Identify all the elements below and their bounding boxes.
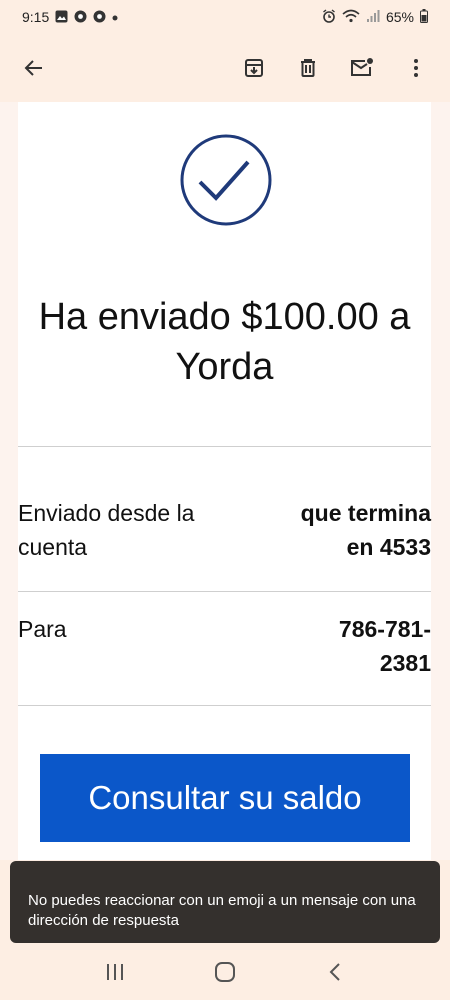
back-chevron-icon	[329, 962, 340, 981]
alarm-icon	[322, 9, 336, 25]
confirmation-headline: Ha enviado $100.00 a Yorda	[38, 296, 411, 388]
detail-row-account: Enviado desde la cuenta que termina en 4…	[18, 496, 431, 564]
dot-icon	[112, 11, 118, 23]
system-nav-bar	[0, 943, 450, 1000]
detail-row-recipient: Para 786-781-2381	[18, 612, 431, 680]
more-vert-icon	[414, 59, 418, 77]
back-button[interactable]	[16, 50, 52, 86]
home-icon	[215, 961, 235, 982]
battery-icon	[420, 9, 428, 25]
divider	[18, 705, 431, 706]
wifi-icon	[342, 9, 360, 25]
trash-icon	[301, 59, 315, 77]
email-body: Ha enviado $100.00 a Yorda Enviado desde…	[0, 102, 450, 860]
chrome-icon	[93, 10, 106, 25]
home-button[interactable]	[205, 952, 245, 992]
detail-label: Enviado desde la cuenta	[18, 500, 195, 560]
status-right: 65%	[322, 9, 428, 25]
back-arrow-icon	[24, 60, 42, 76]
delete-button[interactable]	[290, 50, 326, 86]
detail-value: que termina en 4533	[300, 500, 431, 560]
snackbar: No puedes reaccionar con un emoji a un m…	[10, 861, 440, 943]
checkmark-circle-icon	[180, 134, 272, 226]
recent-apps-button[interactable]	[95, 952, 135, 992]
detail-value: 786-781-2381	[338, 616, 431, 676]
divider	[18, 446, 431, 447]
app-bar	[0, 34, 450, 102]
chrome-icon	[74, 10, 87, 25]
archive-button[interactable]	[236, 50, 272, 86]
detail-label: Para	[18, 616, 67, 642]
more-options-button[interactable]	[398, 50, 434, 86]
divider	[18, 591, 431, 592]
mark-unread-icon	[351, 58, 373, 76]
mark-unread-button[interactable]	[344, 50, 380, 86]
recent-apps-icon	[107, 963, 123, 980]
back-nav-button[interactable]	[315, 952, 355, 992]
status-left: 9:15	[22, 9, 118, 25]
image-icon	[55, 10, 68, 25]
status-bar: 9:15 65%	[0, 0, 450, 34]
battery-percent: 65%	[385, 9, 414, 25]
archive-icon	[245, 59, 263, 77]
snackbar-message: No puedes reaccionar con un emoji a un m…	[28, 892, 416, 929]
status-time: 9:15	[22, 9, 50, 25]
email-card: Ha enviado $100.00 a Yorda Enviado desde…	[18, 102, 431, 860]
signal-icon	[366, 9, 380, 25]
check-balance-button[interactable]: Consultar su saldo	[40, 754, 410, 842]
